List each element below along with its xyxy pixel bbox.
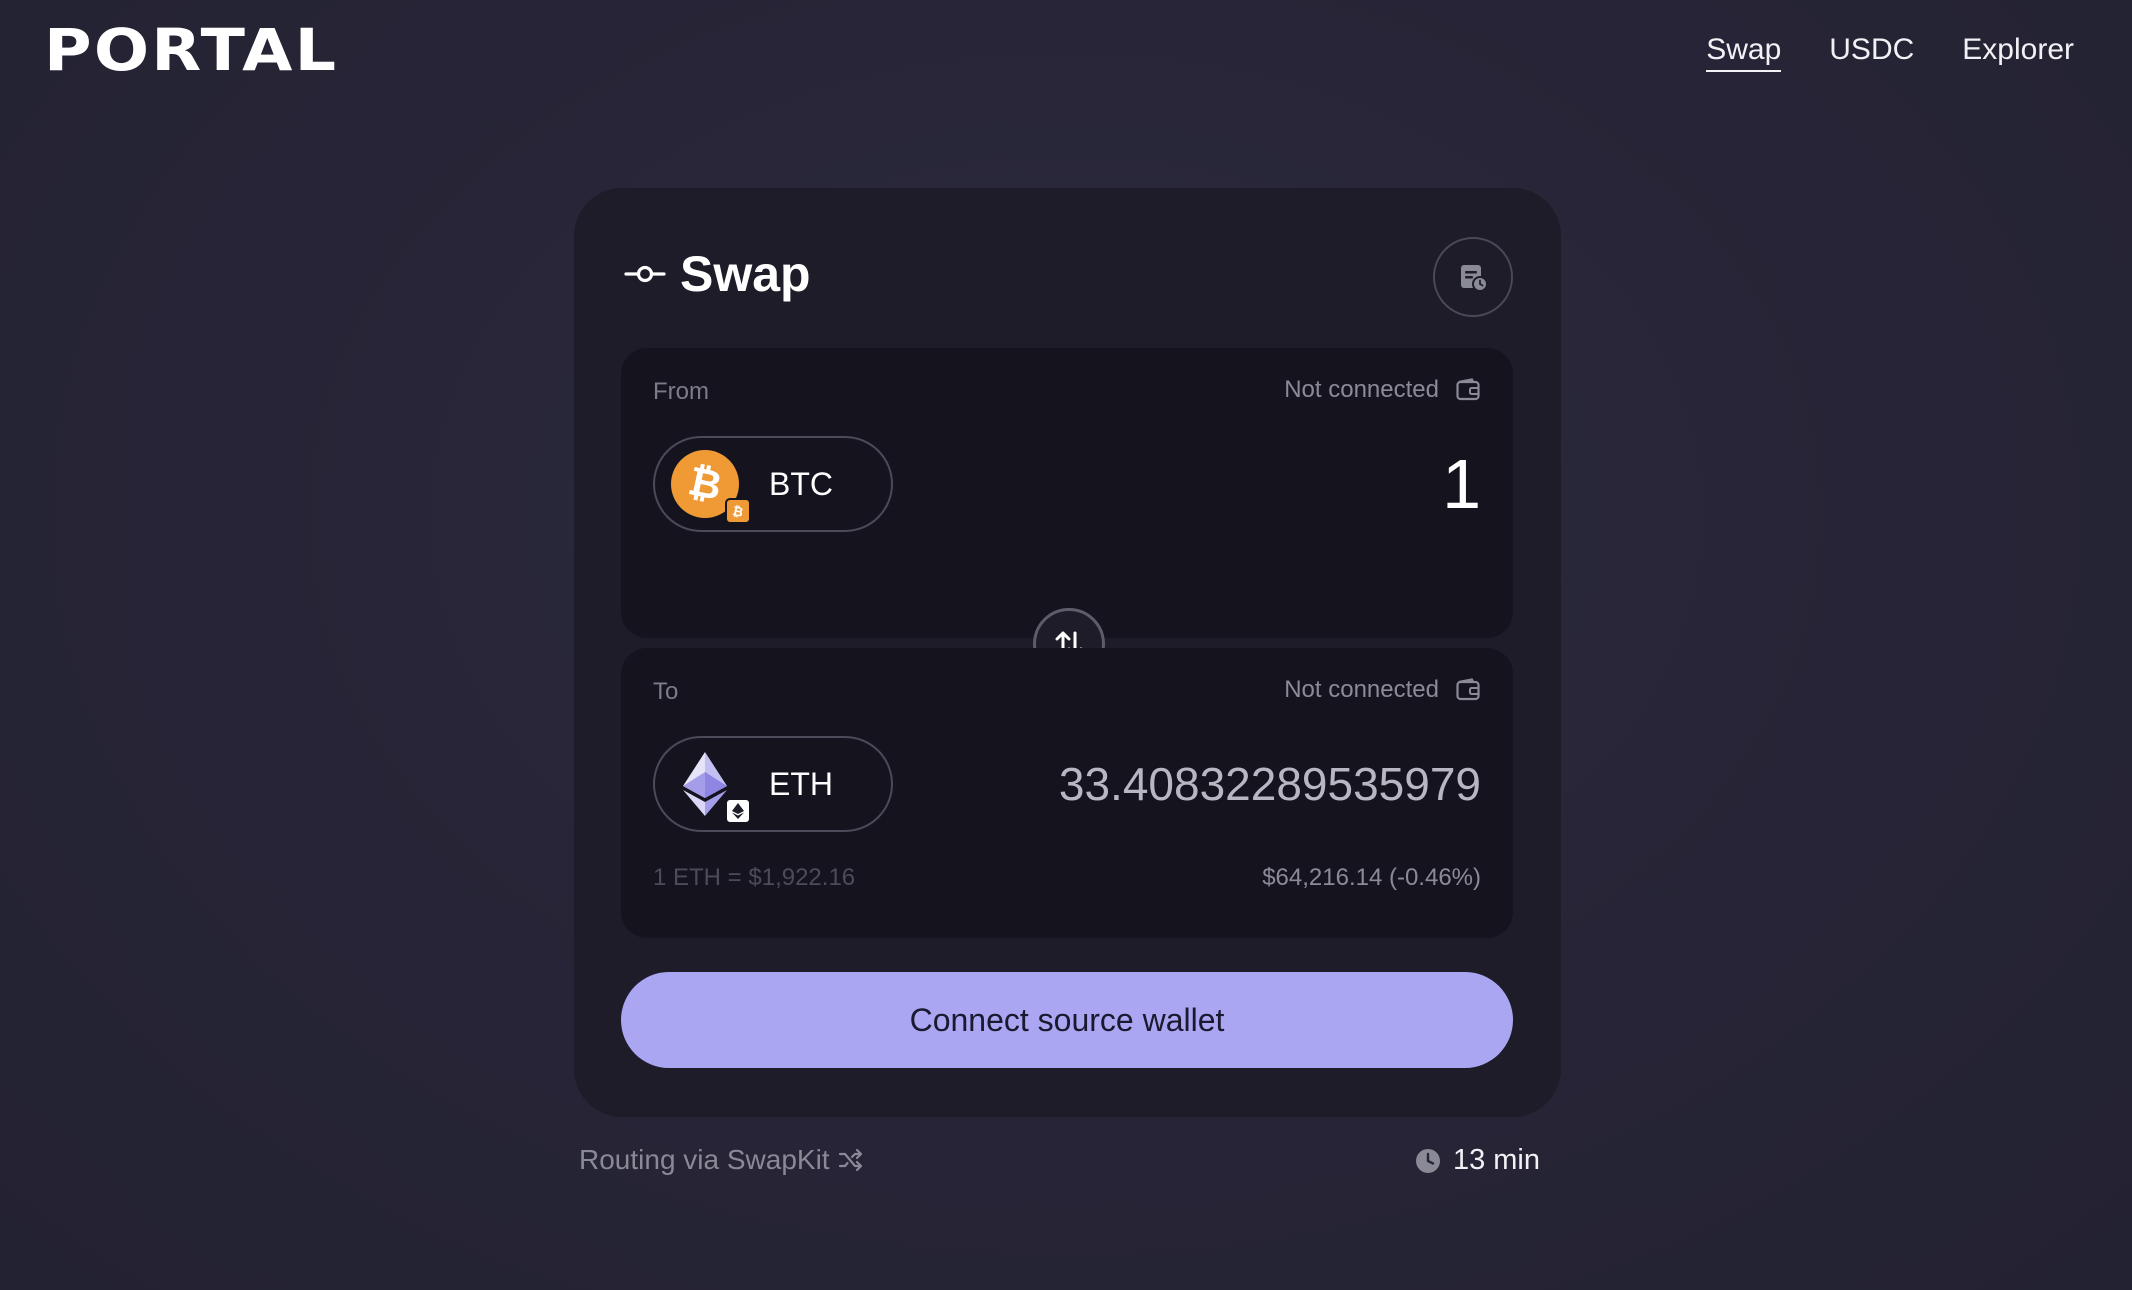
card-header: Swap: [624, 246, 811, 302]
routing-info[interactable]: Routing via SwapKit: [579, 1144, 864, 1176]
wallet-icon: [1456, 378, 1480, 401]
app-root: PORTAL Swap USDC Explorer Swap From Not …: [0, 0, 2132, 1290]
eta-info: 13 min: [1415, 1144, 1540, 1177]
to-panel: To Not connected ETH 33.40832289535979 1…: [621, 648, 1513, 938]
eth-icon: [671, 750, 751, 824]
history-button[interactable]: [1433, 237, 1513, 317]
history-icon: [1461, 265, 1488, 292]
shuffle-icon: [838, 1148, 862, 1172]
swap-card: Swap From Not connected ₿ ₿ BTC 1 To Not…: [574, 188, 1561, 1117]
from-panel: From Not connected ₿ ₿ BTC 1: [621, 348, 1513, 638]
exchange-rate: 1 ETH = $1,922.16: [653, 864, 856, 891]
eta-text: 13 min: [1452, 1144, 1540, 1176]
nav-usdc[interactable]: USDC: [1829, 30, 1914, 72]
to-label: To: [653, 678, 679, 705]
from-amount-input[interactable]: [921, 440, 1481, 528]
routing-text: Routing via SwapKit: [579, 1144, 830, 1175]
to-status-text: Not connected: [1284, 676, 1439, 703]
btc-icon: ₿ ₿: [671, 450, 751, 524]
bitcoin-chain-badge-icon: ₿: [725, 498, 751, 524]
swap-route-icon: [624, 265, 666, 283]
usd-value: $64,216.14 (-0.46%): [1262, 864, 1481, 891]
wallet-icon: [1456, 678, 1480, 701]
from-token-name: BTC: [769, 465, 833, 502]
top-nav: Swap USDC Explorer: [1706, 30, 2074, 72]
from-status-text: Not connected: [1284, 376, 1439, 403]
connect-wallet-button[interactable]: Connect source wallet: [621, 972, 1513, 1068]
to-amount-output: 33.40832289535979: [1058, 758, 1481, 810]
ethereum-chain-badge-icon: [725, 798, 751, 824]
clock-icon: [1415, 1148, 1440, 1173]
from-wallet-status[interactable]: Not connected: [1284, 376, 1481, 404]
from-label: From: [653, 378, 709, 405]
to-token-name: ETH: [769, 765, 833, 802]
card-title: Swap: [680, 246, 811, 302]
nav-swap[interactable]: Swap: [1706, 30, 1782, 72]
from-token-selector[interactable]: ₿ ₿ BTC: [653, 436, 893, 532]
svg-text:₿: ₿: [731, 504, 744, 520]
portal-logo[interactable]: PORTAL: [44, 21, 338, 79]
to-token-selector[interactable]: ETH: [653, 736, 893, 832]
to-wallet-status[interactable]: Not connected: [1284, 676, 1481, 704]
nav-explorer[interactable]: Explorer: [1962, 30, 2074, 72]
